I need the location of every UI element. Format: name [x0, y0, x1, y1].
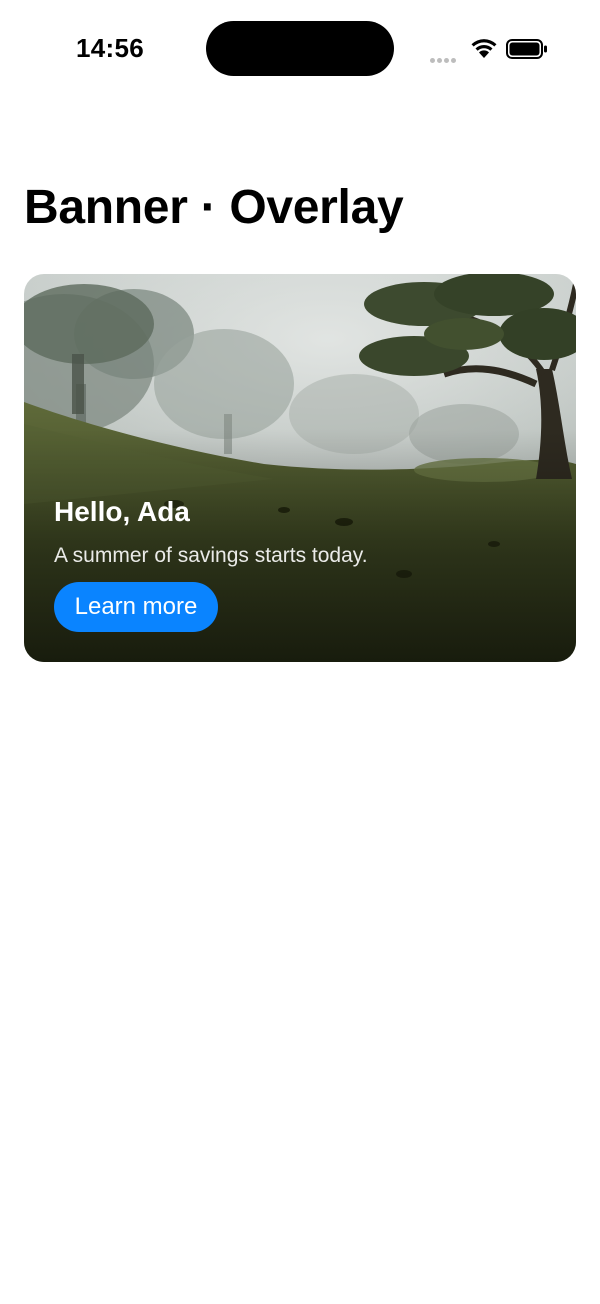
banner-subtitle: A summer of savings starts today.: [54, 544, 368, 567]
learn-more-button[interactable]: Learn more: [54, 582, 218, 632]
status-bar: 14:56: [0, 0, 600, 96]
wifi-icon: [471, 39, 497, 58]
status-time: 14:56: [76, 33, 144, 63]
page-title: Banner · Overlay: [24, 181, 404, 234]
dynamic-island: [206, 21, 394, 76]
status-icons: [428, 36, 550, 63]
banner-greeting: Hello, Ada: [54, 496, 190, 527]
battery-icon: [506, 39, 547, 59]
cellular-signal-icon: [430, 50, 458, 68]
promo-banner: Hello, Ada A summer of savings starts to…: [24, 274, 576, 662]
